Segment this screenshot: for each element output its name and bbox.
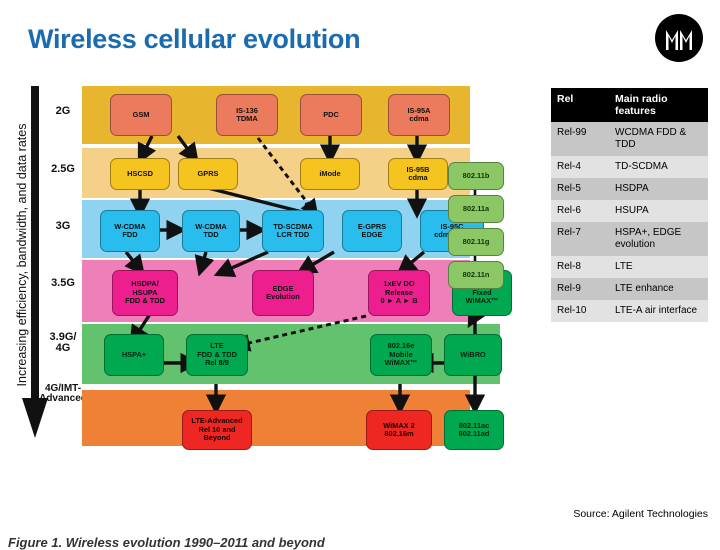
box-wifi-n[interactable]: 802.11n [448,261,504,289]
cell-features: HSPA+, EDGE evolution [609,222,708,256]
table-row: Rel-9 LTE enhance [551,278,708,300]
box-wimax2[interactable]: WiMAX 2 802.16m [366,410,432,450]
table-row: Rel-99 WCDMA FDD & TDD [551,122,708,156]
box-wibro[interactable]: WiBRO [444,334,502,376]
box-wifi-a[interactable]: 802.11a [448,195,504,223]
table-header-features: Main radio features [609,88,708,122]
table-row: Rel-5 HSDPA [551,178,708,200]
page-title: Wireless cellular evolution [28,24,361,54]
cell-features: TD-SCDMA [609,156,708,178]
table-row: Rel-7 HSPA+, EDGE evolution [551,222,708,256]
box-wimax-mobile[interactable]: 802.16e Mobile WiMAX™ [370,334,432,376]
cell-features: LTE [609,256,708,278]
box-pdc[interactable]: PDC [300,94,362,136]
cell-rel: Rel-8 [551,256,609,278]
cell-rel: Rel-9 [551,278,609,300]
table-header-rel: Rel [551,88,609,122]
cell-rel: Rel-99 [551,122,609,156]
evolution-diagram: Increasing efficiency, bandwidth, and da… [0,80,548,550]
box-hscsd[interactable]: HSCSD [110,158,170,190]
table-row: Rel-4 TD-SCDMA [551,156,708,178]
motorola-logo-icon [655,14,703,62]
table-row: Rel-10 LTE-A air interface [551,300,708,322]
box-lte-advanced[interactable]: LTE-Advanced Rel 10 and Beyond [182,410,252,450]
table-header-row: Rel Main radio features [551,88,708,122]
box-wifi-ac-ad[interactable]: 802.11ac 802.11ad [444,410,504,450]
cell-features: WCDMA FDD & TDD [609,122,708,156]
figure-caption: Figure 1. Wireless evolution 1990–2011 a… [8,535,325,550]
box-hsdpa-hsupa[interactable]: HSDPA/HSUPA FDD & TDD [112,270,178,316]
box-imode[interactable]: iMode [300,158,360,190]
box-gsm[interactable]: GSM [110,94,172,136]
table-row: Rel-6 HSUPA [551,200,708,222]
cell-rel: Rel-10 [551,300,609,322]
box-gprs[interactable]: GPRS [178,158,238,190]
box-wifi-b[interactable]: 802.11b [448,162,504,190]
box-td-scdma[interactable]: TD-SCDMA LCR TDD [262,210,324,252]
cell-features: LTE-A air interface [609,300,708,322]
cell-features: HSDPA [609,178,708,200]
box-hspa-plus[interactable]: HSPA+ [104,334,164,376]
box-wifi-g[interactable]: 802.11g [448,228,504,256]
release-features-table: Rel Main radio features Rel-99 WCDMA FDD… [551,88,708,322]
source-note: Source: Agilent Technologies [573,508,708,520]
box-egprs[interactable]: E-GPRS EDGE [342,210,402,252]
box-is95b[interactable]: IS-95B cdma [388,158,448,190]
cell-rel: Rel-5 [551,178,609,200]
box-1xevdo[interactable]: 1xEV DO Release 0 ► A ► B [368,270,430,316]
box-lte[interactable]: LTE FDD & TDD Rel 8/9 [186,334,248,376]
box-wcdma-tdd[interactable]: W-CDMA TDD [182,210,240,252]
box-is95a[interactable]: IS-95A cdma [388,94,450,136]
box-wcdma-fdd[interactable]: W-CDMA FDD [100,210,160,252]
cell-features: HSUPA [609,200,708,222]
table-row: Rel-8 LTE [551,256,708,278]
cell-rel: Rel-7 [551,222,609,256]
cell-rel: Rel-6 [551,200,609,222]
box-is136[interactable]: IS-136 TDMA [216,94,278,136]
cell-rel: Rel-4 [551,156,609,178]
motorola-batwing-icon [666,30,692,50]
cell-features: LTE enhance [609,278,708,300]
box-edge-evolution[interactable]: EDGE Evolution [252,270,314,316]
